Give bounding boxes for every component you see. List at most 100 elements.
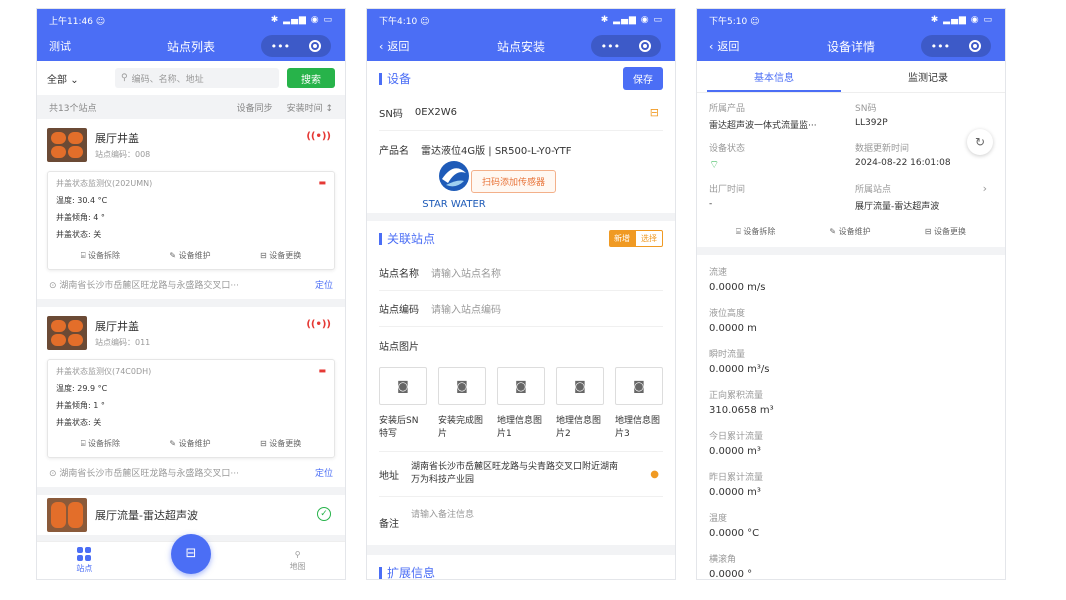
product-value: 雷达超声波一体式流量监··· xyxy=(709,121,817,131)
note-input[interactable]: 请输入备注信息 xyxy=(411,507,474,520)
camera-icon[interactable]: ◙ xyxy=(438,367,486,405)
scan-fab-button[interactable]: ⊟ xyxy=(170,533,211,574)
status-label: 设备状态 xyxy=(709,144,746,154)
site-address-row: ⊙ 湖南省长沙市岳麓区旺龙路与永盛路交叉口··· 定位 xyxy=(47,466,335,479)
remove-device-button[interactable]: ⌸ 设备拆除 xyxy=(736,226,775,237)
cover-state: 井盖状态: 关 xyxy=(56,418,102,427)
replace-device-button[interactable]: ⊟ 设备更换 xyxy=(260,438,301,449)
sort-button[interactable]: 安装时间 ↕ xyxy=(287,101,333,114)
station-section: 关联站点 新增 选择 站点名称 请输入站点名称 站点编码 请输入站点编码 站点图片 ◙ … xyxy=(367,221,675,545)
status-time: 上午11:46 ☺ xyxy=(49,16,106,27)
station-section-title: 关联站点 xyxy=(387,231,436,246)
search-button[interactable]: 搜索 xyxy=(287,68,335,88)
site-link[interactable]: 所属站点 展厅流量-雷达超声波 › xyxy=(855,182,993,212)
more-icon[interactable]: ••• xyxy=(271,40,290,53)
site-code-input[interactable]: 请输入站点编码 xyxy=(431,301,501,316)
site-card[interactable]: 展厅流量-雷达超声波 ✓ xyxy=(37,495,345,535)
data-label: 昨日累计流量 xyxy=(709,473,764,483)
address-row[interactable]: 地址 湖南省长沙市岳麓区旺龙路与尖青路交叉口附近湖南万为科技产业园 ● xyxy=(379,451,663,497)
locate-button[interactable]: 定位 xyxy=(315,466,333,479)
select-site-button[interactable]: 选择 xyxy=(635,229,663,247)
close-circle-icon[interactable] xyxy=(969,40,982,52)
maintain-device-button[interactable]: ✎ 设备维护 xyxy=(169,250,210,261)
tab-site-label: 站点 xyxy=(76,564,93,573)
data-label: 横滚角 xyxy=(709,555,737,565)
data-item: 横滚角 0.0000 ° xyxy=(709,548,993,579)
note-label: 备注 xyxy=(379,519,399,530)
camera-icon[interactable]: ◙ xyxy=(379,367,427,405)
data-item: 正向累积流量 310.0658 m³ xyxy=(709,384,993,425)
locate-button[interactable]: 定位 xyxy=(315,278,333,291)
scan-icon[interactable]: ⊟ xyxy=(650,106,659,119)
tab-site[interactable]: 站点 xyxy=(76,547,92,574)
remove-device-button[interactable]: ⌸ 设备拆除 xyxy=(81,438,120,449)
signal-icon: ((•)) xyxy=(306,319,331,330)
site-thumbnail xyxy=(47,498,87,532)
device-panel[interactable]: 井盖状态监测仪(202UMN) ▬ 温度: 30.4 °C 井盖倾角: 4 ° 井… xyxy=(47,171,335,270)
site-code-row[interactable]: 站点编码 请输入站点编码 xyxy=(379,291,663,327)
camera-icon[interactable]: ◙ xyxy=(497,367,545,405)
scan-add-sensor-button[interactable]: 扫码添加传感器 xyxy=(471,170,557,193)
status-icons: ✱ ▂▄▆ ◉ ▭ xyxy=(600,15,663,25)
search-input[interactable]: ⚲ 编码、名称、地址 xyxy=(115,68,279,88)
section-title: 设备 xyxy=(379,70,411,87)
site-card[interactable]: 展厅井盖 站点编码：008 ((•)) 井盖状态监测仪(202UMN) ▬ 温度: … xyxy=(37,119,345,299)
replace-device-button[interactable]: ⊟ 设备更换 xyxy=(925,226,966,237)
tilt: 井盖倾角: 4 ° xyxy=(56,213,105,222)
replace-device-label: 设备更换 xyxy=(269,251,302,260)
remove-icon: ⌸ xyxy=(80,439,89,448)
refresh-icon[interactable]: ↻ xyxy=(967,129,993,155)
device-panel[interactable]: 井盖状态监测仪(74C0DH) ▬ 温度: 29.9 °C 井盖倾角: 1 ° 井… xyxy=(47,359,335,458)
chevron-down-icon: ⌄ xyxy=(70,74,79,86)
tab-basic-info[interactable]: 基本信息 xyxy=(697,61,851,92)
camera-icon[interactable]: ◙ xyxy=(556,367,604,405)
data-value: 0.0000 m³ xyxy=(709,446,761,457)
close-circle-icon[interactable] xyxy=(309,40,322,52)
data-label: 正向累积流量 xyxy=(709,391,764,401)
camera-icon[interactable]: ◙ xyxy=(615,367,663,405)
replace-icon: ⊟ xyxy=(260,439,270,448)
new-site-button[interactable]: 新增 xyxy=(609,229,635,247)
photo-uploads: ◙ ◙ ◙ ◙ ◙ xyxy=(379,363,663,409)
photo-label: 地理信息图片1 xyxy=(497,416,543,439)
sn-row: SN码 0EX2W6 ⊟ xyxy=(379,95,663,131)
more-icon[interactable]: ••• xyxy=(601,40,620,53)
site-card[interactable]: 展厅井盖 站点编码：011 ((•)) 井盖状态监测仪(74C0DH) ▬ 温度: … xyxy=(37,307,345,487)
address-value: 湖南省长沙市岳麓区旺龙路与尖青路交叉口附近湖南万为科技产业园 xyxy=(411,462,619,485)
remove-device-button[interactable]: ⌸ 设备拆除 xyxy=(81,250,120,261)
maintain-device-button[interactable]: ✎ 设备维护 xyxy=(829,226,870,237)
sn-label: SN码 xyxy=(379,109,403,120)
tab-monitor-records[interactable]: 监测记录 xyxy=(851,61,1005,92)
nav-bar: ‹ 返回 站点安装 ••• xyxy=(367,31,675,61)
close-circle-icon[interactable] xyxy=(639,40,652,52)
site-name-row[interactable]: 站点名称 请输入站点名称 xyxy=(379,255,663,291)
site-label: 所属站点 xyxy=(855,185,892,195)
mini-program-capsule: ••• xyxy=(591,35,661,57)
tab-map[interactable]: ⚲ 地图 xyxy=(290,550,306,572)
ext-section: 扩展信息 xyxy=(367,555,675,579)
basic-info-panel: 所属产品 雷达超声波一体式流量监··· SN码 LL392P 设备状态 ⌔ 数据更新时… xyxy=(697,93,1005,247)
search-icon: ⚲ xyxy=(121,73,128,83)
cover-state: 井盖状态: 关 xyxy=(56,230,102,239)
location-pin-icon[interactable]: ● xyxy=(650,469,659,480)
filter-dropdown[interactable]: 全部 ⌄ xyxy=(47,71,107,86)
device-actions: ⌸ 设备拆除 ✎ 设备维护 ⊟ 设备更换 xyxy=(56,438,326,451)
device-name: 井盖状态监测仪(74C0DH) xyxy=(56,367,152,376)
site-name-input[interactable]: 请输入站点名称 xyxy=(431,265,501,280)
more-icon[interactable]: ••• xyxy=(931,40,950,53)
replace-device-button[interactable]: ⊟ 设备更换 xyxy=(260,250,301,261)
filter-dropdown-label: 全部 xyxy=(47,74,67,86)
factory-time-value: - xyxy=(709,199,713,209)
data-item: 今日累计流量 0.0000 m³ xyxy=(709,425,993,466)
maintain-device-button[interactable]: ✎ 设备维护 xyxy=(169,438,210,449)
save-button[interactable]: 保存 xyxy=(623,66,663,90)
online-check-icon: ✓ xyxy=(317,507,331,521)
update-time-value: 2024-08-22 16:01:08 xyxy=(855,158,951,168)
tab-map-label: 地图 xyxy=(289,561,306,571)
site-name: 展厅井盖 xyxy=(95,132,139,145)
remove-icon: ⌸ xyxy=(80,251,89,260)
device-name: 井盖状态监测仪(202UMN) xyxy=(56,179,153,188)
device-sync-button[interactable]: 设备同步 xyxy=(237,101,273,114)
temperature: 温度: 29.9 °C xyxy=(56,384,108,393)
note-row[interactable]: 备注 请输入备注信息 xyxy=(379,497,663,545)
